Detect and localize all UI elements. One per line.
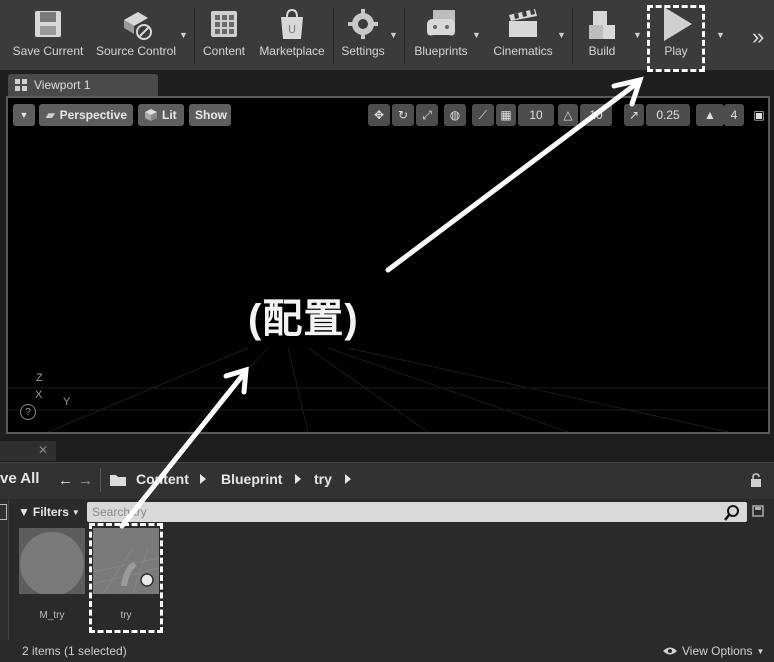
annotation-text: (配置) [248, 297, 359, 341]
annotation-arrows [119, 76, 644, 529]
arrow-from-asset [119, 373, 245, 529]
arrow-to-play-button [385, 81, 639, 273]
